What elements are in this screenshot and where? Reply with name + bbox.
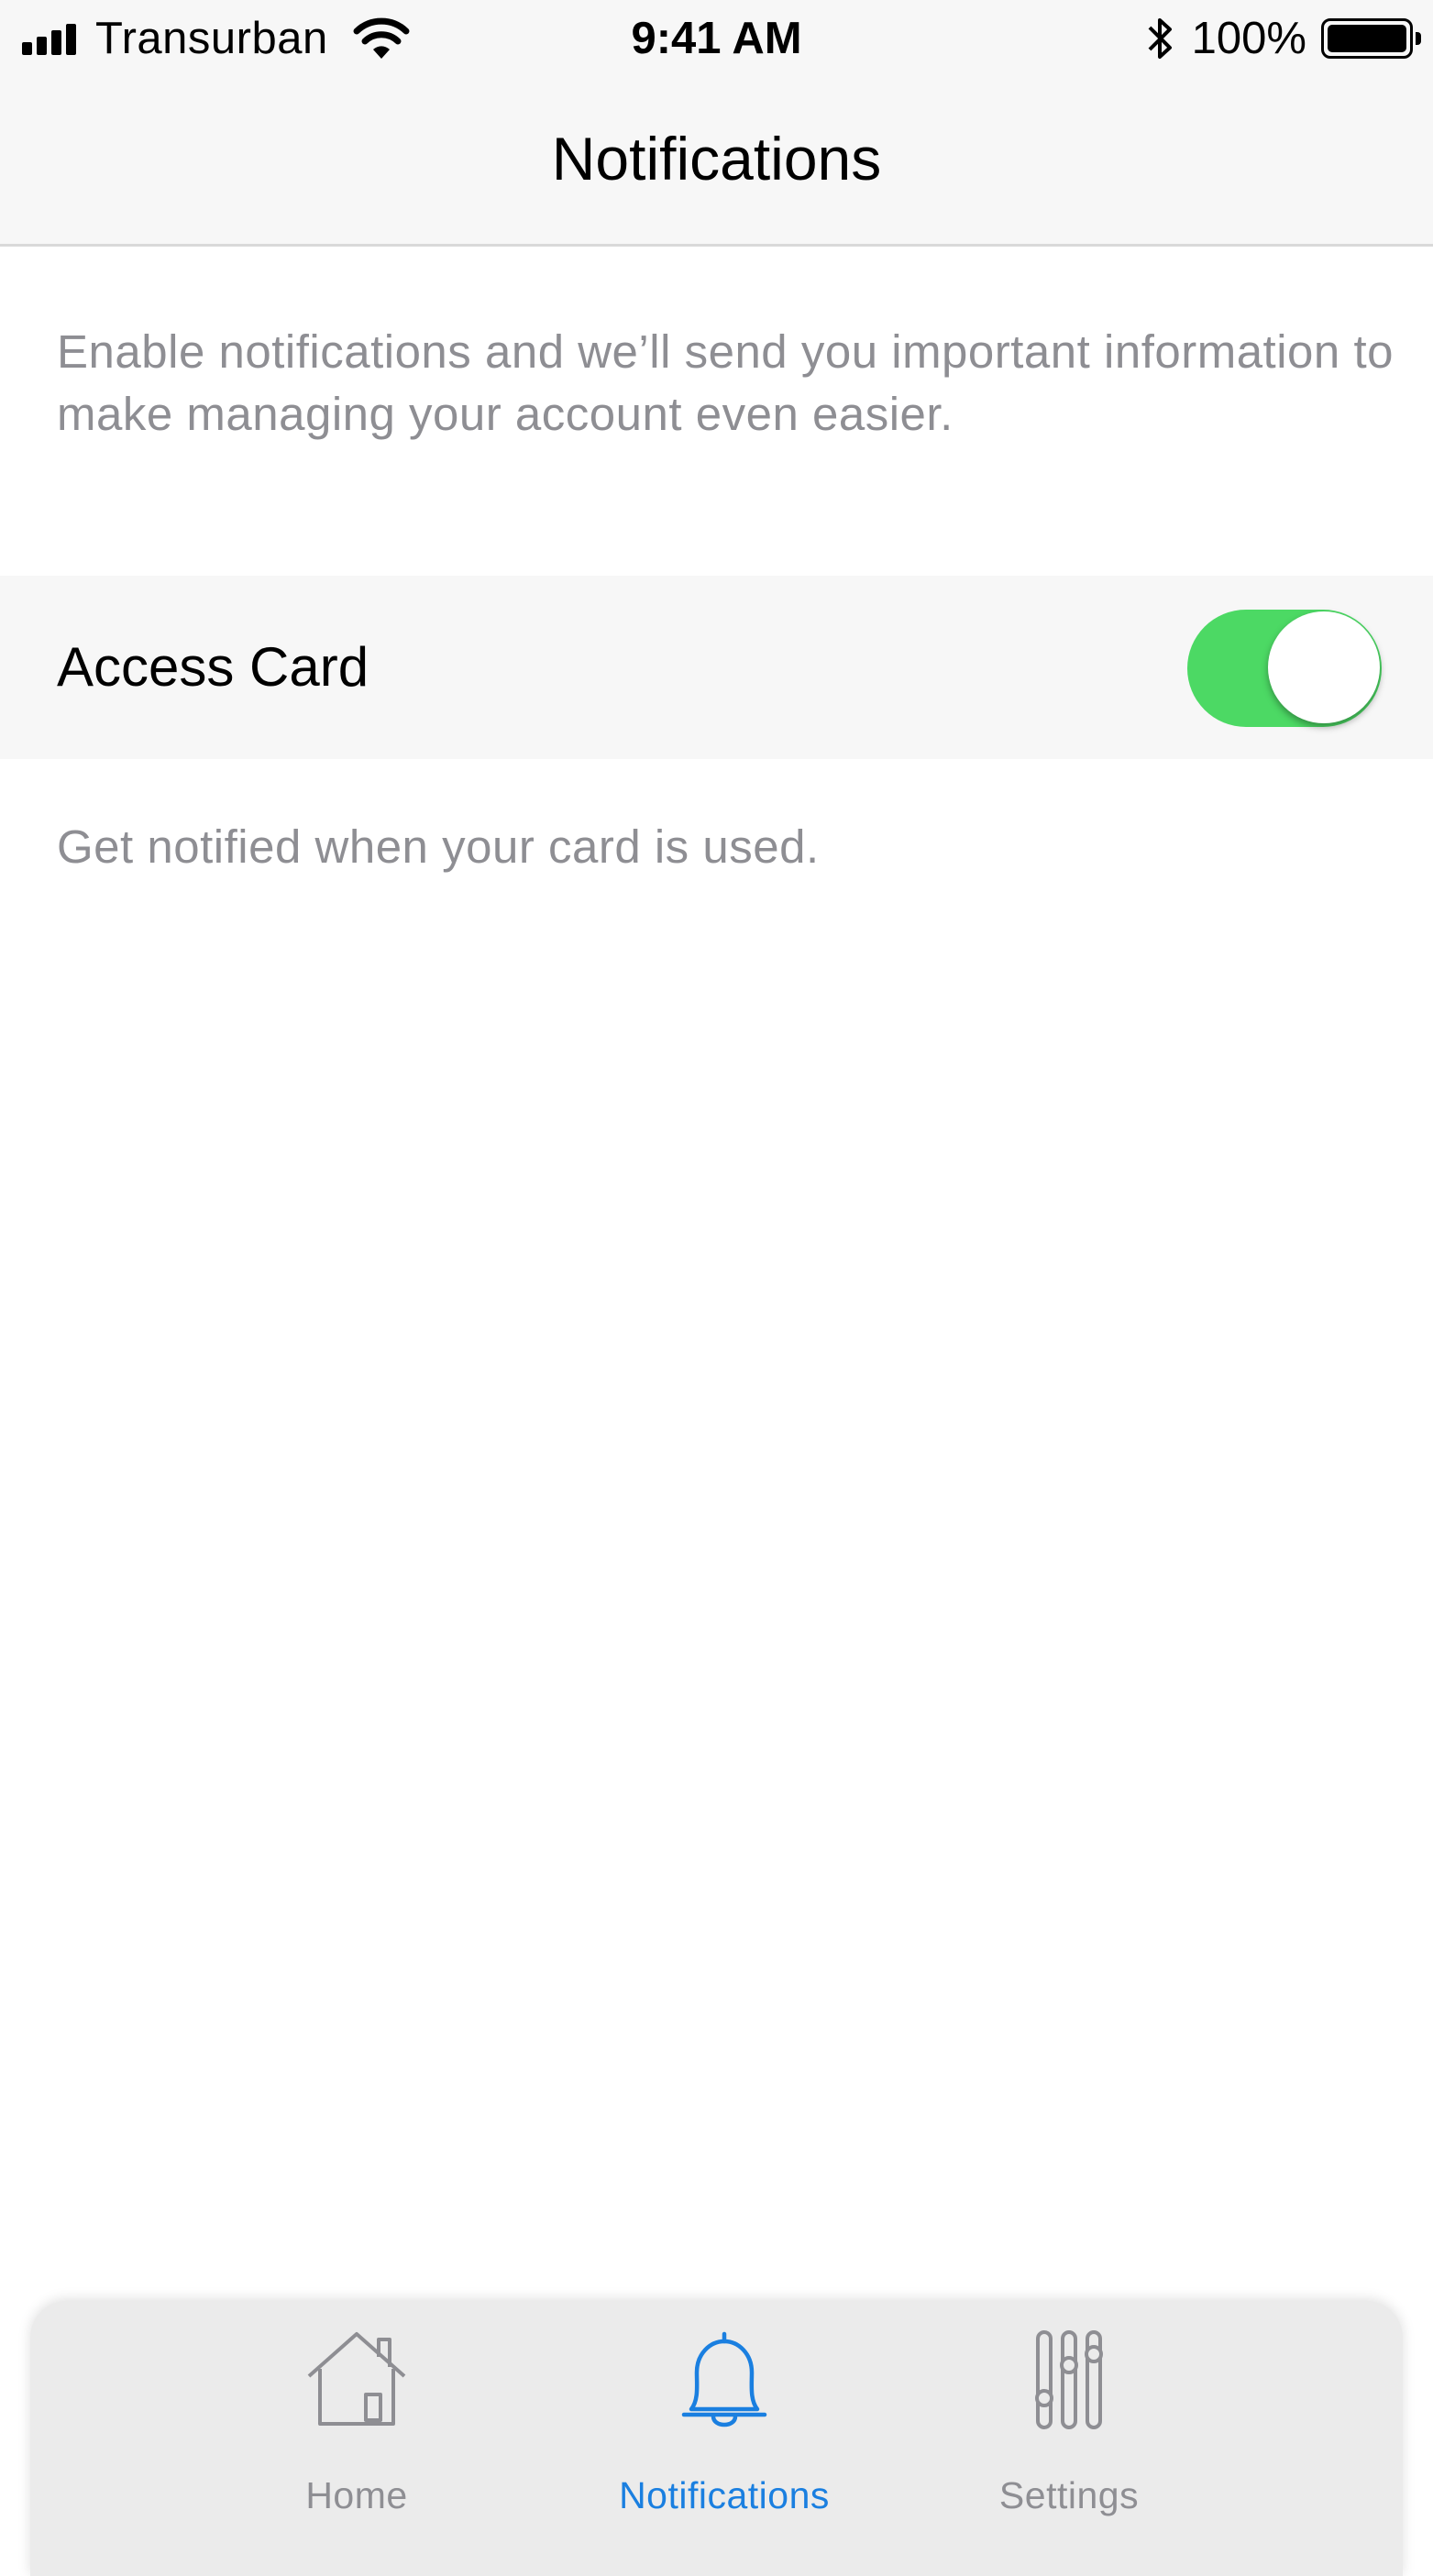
setting-label: Access Card <box>57 636 369 698</box>
status-right: 100% <box>1144 13 1421 64</box>
bell-icon <box>681 2331 767 2427</box>
intro-text: Enable notifications and we’ll send you … <box>57 325 1394 440</box>
toggle-knob <box>1268 611 1380 723</box>
page-title: Notifications <box>551 125 882 193</box>
status-bar: Transurban 9:41 AM 100% <box>0 0 1433 79</box>
tab-notifications[interactable]: Notifications <box>587 2328 862 2530</box>
sliders-icon <box>1035 2330 1103 2429</box>
tab-label-home: Home <box>305 2474 408 2516</box>
access-card-toggle[interactable] <box>1187 610 1382 727</box>
bluetooth-icon <box>1148 18 1172 59</box>
battery-icon <box>1321 18 1421 59</box>
tab-bar: Home Notifications Settings <box>30 2301 1403 2576</box>
tab-label-notifications: Notifications <box>619 2474 830 2516</box>
navigation-bar: Notifications <box>0 79 1433 247</box>
home-icon <box>307 2332 406 2426</box>
tab-label-settings: Settings <box>998 2474 1140 2516</box>
setting-row-access-card: Access Card <box>0 576 1433 759</box>
setting-footnote: Get notified when your card is used. <box>57 820 820 873</box>
battery-percent: 100% <box>1191 14 1306 63</box>
tab-home[interactable]: Home <box>219 2328 494 2530</box>
tab-settings[interactable]: Settings <box>931 2328 1207 2530</box>
